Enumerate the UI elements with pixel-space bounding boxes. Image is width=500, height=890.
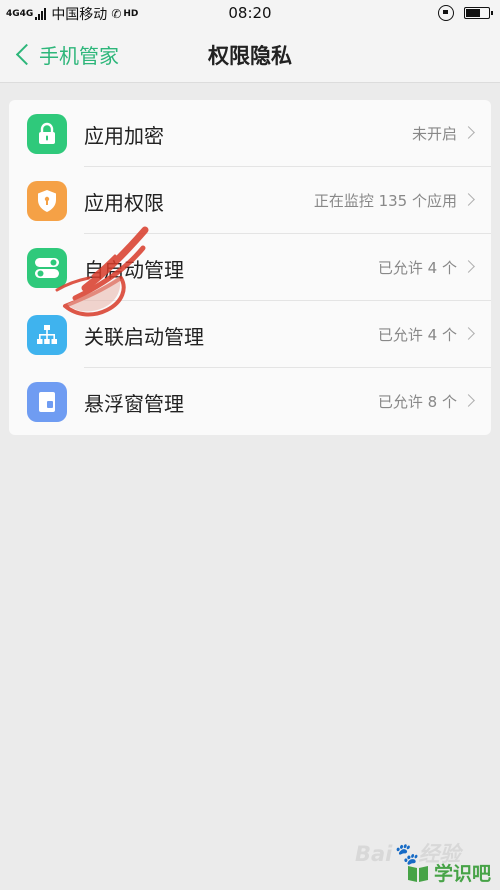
item-label: 自启动管理 xyxy=(84,258,184,282)
item-value: 已允许 8 个 xyxy=(377,393,457,411)
item-label: 应用加密 xyxy=(84,124,164,148)
list-item-linked-start[interactable]: 关联启动管理 已允许 4 个 xyxy=(9,301,491,368)
item-label: 悬浮窗管理 xyxy=(84,392,184,416)
chevron-right-icon xyxy=(462,394,475,407)
list-item-app-permissions[interactable]: 应用权限 正在监控 135 个应用 xyxy=(9,167,491,234)
shield-icon xyxy=(27,181,67,221)
learn-text: 学识吧 xyxy=(433,863,491,885)
status-bar: 4G4G 中国移动 ✆ HD 08:20 xyxy=(0,0,500,28)
item-label: 关联启动管理 xyxy=(84,325,204,349)
toggle-icon xyxy=(27,248,67,288)
status-right xyxy=(438,5,493,21)
nav-bar: 手机管家 权限隐私 xyxy=(0,28,500,83)
page-title: 权限隐私 xyxy=(208,44,292,68)
hierarchy-icon xyxy=(27,315,67,355)
clock: 08:20 xyxy=(228,4,272,22)
item-value: 正在监控 135 个应用 xyxy=(313,192,457,210)
lock-icon xyxy=(27,114,67,154)
list-item-app-encryption[interactable]: 应用加密 未开启 xyxy=(9,100,491,167)
watermark: Bai🐾经验 学识吧 xyxy=(355,838,495,886)
chevron-right-icon xyxy=(462,193,475,206)
learn-logo: 学识吧 xyxy=(406,859,491,886)
rotation-lock-icon xyxy=(438,5,454,21)
chevron-right-icon xyxy=(462,327,475,340)
list-item-floating-window[interactable]: 悬浮窗管理 已允许 8 个 xyxy=(9,368,491,435)
item-value: 未开启 xyxy=(411,125,457,143)
item-label: 应用权限 xyxy=(84,191,164,215)
permission-list: 应用加密 未开启 应用权限 正在监控 135 个应用 自启动管理 已允许 4 个… xyxy=(9,100,491,435)
battery-icon xyxy=(464,7,493,19)
floating-window-icon xyxy=(27,382,67,422)
book-icon xyxy=(407,865,428,882)
item-value: 已允许 4 个 xyxy=(377,326,457,344)
chevron-right-icon xyxy=(462,126,475,139)
list-item-autostart[interactable]: 自启动管理 已允许 4 个 xyxy=(9,234,491,301)
chevron-right-icon xyxy=(462,260,475,273)
item-value: 已允许 4 个 xyxy=(377,259,457,277)
